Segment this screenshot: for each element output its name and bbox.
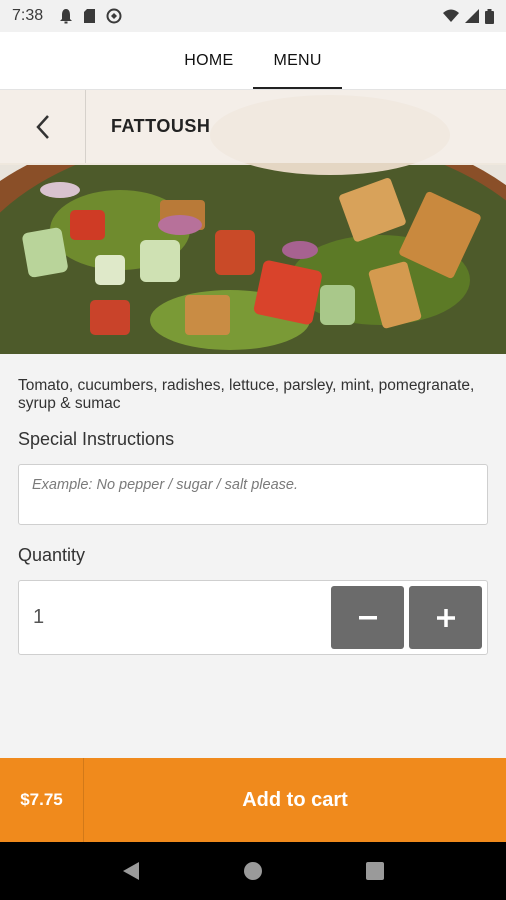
special-instructions-label: Special Instructions bbox=[18, 429, 175, 449]
item-title-bar: FATTOUSH bbox=[0, 90, 506, 163]
system-recents-button[interactable] bbox=[355, 851, 395, 891]
system-home-button[interactable] bbox=[233, 851, 273, 891]
tab-home-label: HOME bbox=[184, 51, 234, 69]
status-time: 7:38 bbox=[12, 7, 44, 24]
item-details: Tomato, cucumbers, radishes, lettuce, pa… bbox=[0, 354, 506, 758]
special-instructions-input[interactable]: Example: No pepper / sugar / salt please… bbox=[18, 464, 488, 525]
add-to-cart-label: Add to cart bbox=[242, 788, 348, 811]
plus-icon bbox=[436, 608, 455, 627]
chevron-left-icon bbox=[35, 114, 49, 139]
status-right-icons bbox=[443, 8, 494, 24]
signal-icon bbox=[465, 9, 479, 23]
status-left-icons bbox=[59, 8, 122, 24]
sd-card-icon bbox=[84, 9, 96, 23]
quantity-value[interactable]: 1 bbox=[19, 606, 331, 629]
tab-menu[interactable]: MENU bbox=[253, 32, 343, 89]
wifi-icon bbox=[443, 9, 459, 22]
sync-icon bbox=[106, 8, 122, 24]
tab-menu-label: MENU bbox=[273, 51, 322, 69]
system-back-button[interactable] bbox=[111, 851, 151, 891]
home-circle-icon bbox=[244, 862, 262, 880]
screen: 7:38 HOME MENU FATTOUSH Tomato, cucumber… bbox=[0, 0, 506, 900]
minus-icon bbox=[358, 615, 377, 619]
notification-bell-icon bbox=[60, 9, 73, 24]
system-navigation-bar bbox=[0, 842, 506, 900]
quantity-label: Quantity bbox=[18, 545, 86, 565]
item-title: FATTOUSH bbox=[111, 116, 211, 136]
tab-home[interactable]: HOME bbox=[164, 32, 253, 89]
top-nav: HOME MENU bbox=[0, 32, 506, 90]
battery-icon bbox=[485, 8, 494, 24]
special-instructions-placeholder: Example: No pepper / sugar / salt please… bbox=[32, 477, 298, 493]
item-description: Tomato, cucumbers, radishes, lettuce, pa… bbox=[18, 377, 475, 412]
quantity-stepper: 1 bbox=[18, 580, 488, 655]
back-triangle-icon bbox=[123, 862, 139, 880]
item-price: $7.75 bbox=[0, 758, 84, 842]
status-bar: 7:38 bbox=[0, 0, 506, 32]
add-to-cart-button[interactable]: $7.75 Add to cart bbox=[0, 758, 506, 842]
back-button[interactable] bbox=[0, 90, 86, 163]
decrement-button[interactable] bbox=[331, 586, 404, 649]
increment-button[interactable] bbox=[409, 586, 482, 649]
recents-square-icon bbox=[366, 862, 384, 880]
